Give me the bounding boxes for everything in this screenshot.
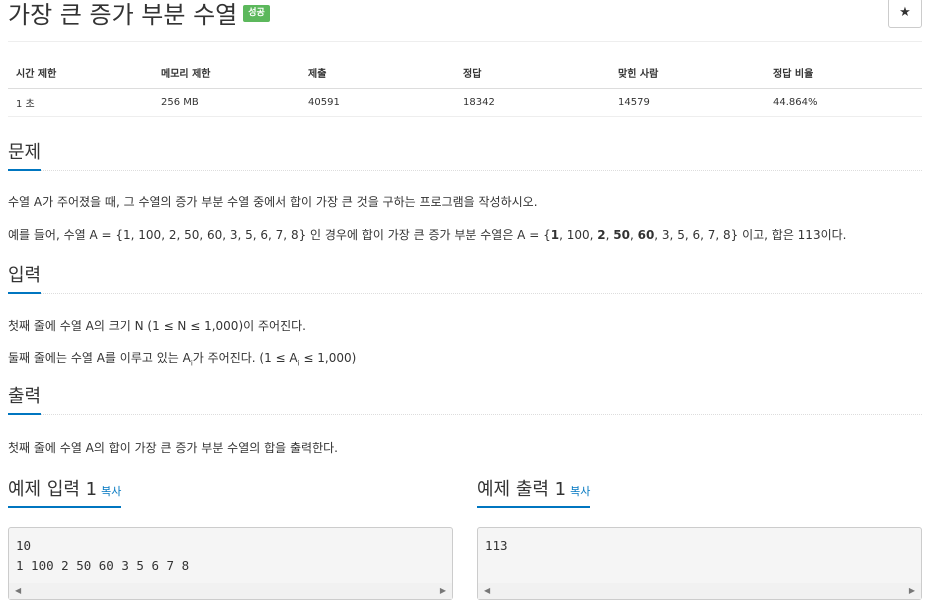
copy-output-link[interactable]: 복사	[570, 485, 590, 498]
sample-input-box: 10 1 100 2 50 60 3 5 6 7 8 ◀ ▶	[8, 527, 453, 600]
bold-segment: 2	[597, 228, 606, 242]
problem-description-2: 예를 들어, 수열 A = {1, 100, 2, 50, 60, 3, 5, …	[8, 226, 846, 244]
text-segment: 예를 들어, 수열 A = {1, 100, 2, 50, 60, 3, 5, …	[8, 228, 551, 242]
sample-input-header: 예제 입력 1 복사	[8, 478, 453, 508]
memory-limit-value: 256 MB	[153, 88, 300, 117]
col-submissions: 제출	[300, 57, 455, 89]
problem-info-table: 시간 제한 메모리 제한 제출 정답 맞힌 사람 정답 비율 1 초 256 M…	[8, 57, 922, 117]
text-segment: , 100,	[559, 228, 598, 242]
text-segment: ≤ 1,000)	[299, 351, 357, 365]
col-time-limit: 시간 제한	[8, 57, 153, 89]
text-segment: 가 주어진다. (1 ≤ A	[192, 351, 298, 365]
problem-description-1: 수열 A가 주어졌을 때, 그 수열의 증가 부분 수열 중에서 합이 가장 큰…	[8, 195, 538, 209]
text-segment: , 3, 5, 6, 7, 8} 이고, 합은 113이다.	[654, 228, 847, 242]
sample-output-box: 113 ◀ ▶	[477, 527, 922, 600]
sample-output-content: 113	[485, 538, 508, 553]
status-badge: 성공	[243, 4, 270, 22]
star-button[interactable]: ★	[888, 0, 922, 28]
solved-users-value: 14579	[610, 88, 765, 117]
submissions-value: 40591	[300, 88, 455, 117]
col-memory-limit: 메모리 제한	[153, 57, 300, 89]
sample-input-content: 10 1 100 2 50 60 3 5 6 7 8	[16, 538, 190, 573]
copy-input-link[interactable]: 복사	[101, 485, 121, 498]
scroll-left-icon[interactable]: ◀	[15, 586, 21, 596]
sample-input-heading: 예제 입력 1 복사	[8, 478, 122, 508]
input-section-header: 입력	[8, 264, 922, 294]
accepted-value: 18342	[455, 88, 610, 117]
time-limit-value: 1 초	[8, 88, 153, 117]
text-segment: 둘째 줄에는 수열 A를 이루고 있는 A	[8, 351, 191, 365]
output-description: 첫째 줄에 수열 A의 합이 가장 큰 증가 부분 수열의 합을 출력한다.	[8, 441, 338, 455]
output-section-header: 출력	[8, 385, 922, 415]
sample-output-title: 예제 출력 1	[477, 479, 567, 500]
scroll-right-icon[interactable]: ▶	[909, 586, 915, 596]
table-row: 1 초 256 MB 40591 18342 14579 44.864%	[8, 88, 922, 117]
sample-input-title: 예제 입력 1	[8, 479, 98, 500]
horizontal-scrollbar[interactable]: ◀ ▶	[9, 583, 452, 599]
scroll-left-icon[interactable]: ◀	[484, 586, 490, 596]
problem-title: 가장 큰 증가 부분 수열	[8, 1, 238, 29]
horizontal-scrollbar[interactable]: ◀ ▶	[478, 583, 921, 599]
table-header-row: 시간 제한 메모리 제한 제출 정답 맞힌 사람 정답 비율	[8, 57, 922, 89]
scroll-right-icon[interactable]: ▶	[440, 586, 446, 596]
sample-output-heading: 예제 출력 1 복사	[477, 478, 591, 508]
title-row: 가장 큰 증가 부분 수열 성공 ★	[8, 0, 922, 42]
bold-segment: 1	[550, 228, 560, 242]
input-description-2: 둘째 줄에는 수열 A를 이루고 있는 Ai가 주어진다. (1 ≤ Ai ≤ …	[8, 349, 356, 367]
col-accept-rate: 정답 비율	[765, 57, 922, 89]
problem-section-header: 문제	[8, 141, 922, 171]
input-description-1: 첫째 줄에 수열 A의 크기 N (1 ≤ N ≤ 1,000)이 주어진다.	[8, 319, 306, 333]
problem-heading: 문제	[8, 141, 42, 171]
input-heading: 입력	[8, 264, 42, 294]
col-solved-users: 맞힌 사람	[610, 57, 765, 89]
bold-segment: 50	[613, 228, 630, 242]
bold-segment: 60	[637, 228, 655, 242]
accept-rate-value: 44.864%	[765, 88, 922, 117]
page-title: 가장 큰 증가 부분 수열 성공	[8, 0, 270, 30]
col-accepted: 정답	[455, 57, 610, 89]
text-segment: ,	[629, 228, 638, 242]
sample-output-header: 예제 출력 1 복사	[477, 478, 922, 508]
output-heading: 출력	[8, 385, 42, 415]
